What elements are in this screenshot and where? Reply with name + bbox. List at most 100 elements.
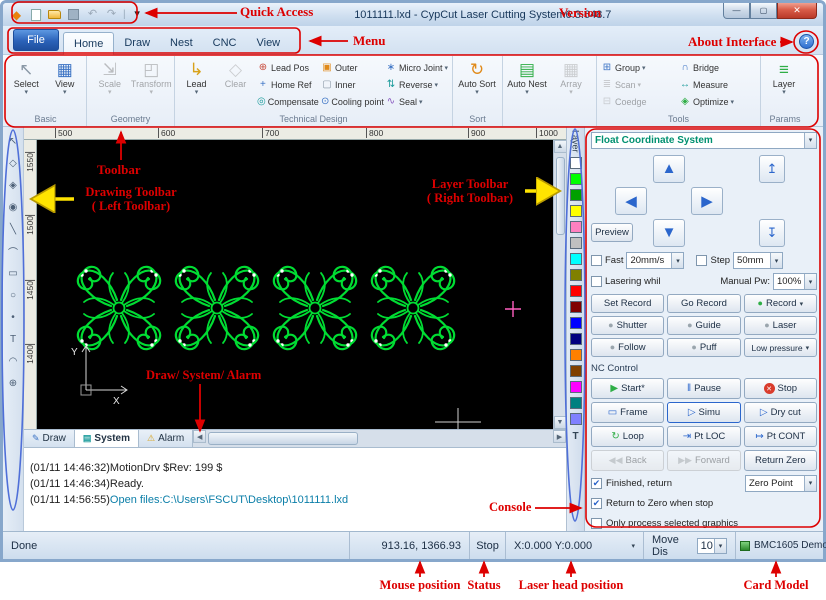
clear-button[interactable]: ◇ Clear [216, 57, 255, 113]
optimize-button[interactable]: ◈ Optimize ▾ [677, 93, 757, 110]
lasering-checkbox[interactable] [591, 276, 602, 288]
horizontal-scrollbar[interactable]: ◀ ▶ [193, 430, 566, 447]
jog-left-button[interactable]: ◀ [615, 186, 647, 215]
pt-cont-button[interactable]: ↦ Pt CONT [743, 426, 817, 448]
drawing-canvas[interactable]: Y X [37, 140, 553, 429]
group-button[interactable]: ⊞ Group ▾ [599, 59, 677, 76]
redo-icon[interactable]: ↷ [103, 7, 120, 22]
layer-color-swatch[interactable] [569, 284, 582, 297]
lead-pos-button[interactable]: ⊕ Lead Pos [255, 59, 319, 76]
set-record-button[interactable]: Set Record [591, 294, 665, 314]
back-button[interactable]: ◀◀ Back [591, 450, 665, 472]
jog-z-down-button[interactable]: ↧ [759, 218, 785, 247]
view-button[interactable]: ▦ View ▾ [46, 57, 85, 113]
select-button[interactable]: ↖ Select ▾ [7, 57, 46, 113]
layer-color-swatch[interactable] [569, 348, 582, 361]
center-tool-icon[interactable]: ⊕ [5, 375, 22, 391]
finished-return-checkbox[interactable]: ✔ [591, 477, 602, 489]
tab-alarm-view[interactable]: ⚠ Alarm [138, 430, 194, 447]
hscroll-thumb[interactable] [208, 432, 359, 445]
pan-icon[interactable]: ◈ [5, 177, 22, 193]
layer-color-swatch[interactable] [569, 316, 582, 329]
inner-button[interactable]: ▢ Inner [319, 76, 383, 93]
vscroll-thumb[interactable] [555, 157, 565, 235]
opened-file-link[interactable]: Open files:C:\Users\FSCUT\Desktop\101111… [110, 494, 348, 506]
step-size-select[interactable]: 50mm ▾ [733, 252, 784, 270]
jog-down-button[interactable]: ▼ [653, 218, 685, 247]
layer-color-swatch[interactable] [569, 396, 582, 409]
simu-button[interactable]: ▷ Simu [667, 402, 741, 424]
dry-cut-button[interactable]: ▷ Dry cut [743, 402, 817, 424]
auto-sort-button[interactable]: ↻ Auto Sort ▾ [455, 57, 499, 113]
go-record-button[interactable]: Go Record [667, 294, 741, 314]
return-to-zero-checkbox[interactable]: ✔ [591, 497, 602, 509]
cooling-point-button[interactable]: ⊙ Cooling point [319, 93, 384, 110]
save-file-icon[interactable] [65, 7, 82, 22]
laser-head-position[interactable]: X:0.000 Y:0.000 ▾ [505, 532, 643, 559]
measure-button[interactable]: ↔ Measure [677, 76, 757, 93]
shutter-button[interactable]: ● Shutter [591, 316, 665, 336]
guide-button[interactable]: ● Guide [667, 316, 741, 336]
tab-file[interactable]: File [13, 29, 59, 51]
maximize-button[interactable]: ▢ [750, 3, 777, 19]
scroll-down-icon[interactable]: ▼ [553, 416, 567, 429]
undo-icon[interactable]: ↶ [84, 7, 101, 22]
text-tool-icon[interactable]: T [5, 331, 22, 347]
layer-color-swatch[interactable] [569, 364, 582, 377]
circle-tool-icon[interactable]: ○ [5, 287, 22, 303]
puff-button[interactable]: ● Puff [667, 338, 741, 358]
array-button[interactable]: ▦ Array ▾ [549, 57, 593, 113]
preview-button[interactable]: Preview [591, 222, 633, 242]
text-layer-button[interactable]: T [572, 431, 578, 442]
jog-up-button[interactable]: ▲ [653, 154, 685, 183]
scroll-up-icon[interactable]: ▲ [553, 140, 567, 153]
follow-button[interactable]: ● Follow [591, 338, 665, 358]
tab-cnc[interactable]: CNC [203, 31, 247, 54]
node-edit-icon[interactable]: ◇ [5, 155, 22, 171]
scroll-right-icon[interactable]: ▶ [553, 430, 566, 443]
home-ref-button[interactable]: + Home Ref [255, 76, 319, 93]
tab-view[interactable]: View [246, 31, 290, 54]
quickaccess-overflow-icon[interactable]: ▾ [129, 7, 146, 22]
scan-button[interactable]: ≣ Scan ▾ [599, 76, 677, 93]
arc-tool-icon[interactable]: ⌒ [5, 243, 22, 259]
frame-button[interactable]: ▭ Frame [591, 402, 665, 424]
fillet-tool-icon[interactable]: ◠ [5, 353, 22, 369]
seal-button[interactable]: ∿ Seal ▾ [383, 93, 450, 110]
tab-draw[interactable]: Draw [114, 31, 160, 54]
layer-color-swatch[interactable] [569, 380, 582, 393]
close-button[interactable]: ✕ [777, 3, 817, 19]
laser-button[interactable]: ● Laser [743, 316, 817, 336]
layer-color-swatch[interactable] [569, 220, 582, 233]
line-tool-icon[interactable]: ╲ [5, 221, 22, 237]
micro-joint-button[interactable]: ∗ Micro Joint ▾ [383, 59, 450, 76]
lead-button[interactable]: ↳ Lead ▾ [177, 57, 216, 113]
zero-point-select[interactable]: Zero Point ▾ [745, 474, 817, 492]
layer-color-swatch[interactable] [569, 412, 582, 425]
tab-draw-view[interactable]: ✎ Draw [24, 430, 75, 447]
jog-right-button[interactable]: ▶ [691, 186, 723, 215]
auto-nest-button[interactable]: ▤ Auto Nest ▾ [505, 57, 549, 113]
layer-color-swatch[interactable] [569, 156, 582, 169]
layer-color-swatch[interactable] [569, 268, 582, 281]
layer-color-swatch[interactable] [569, 300, 582, 313]
draw-select-icon[interactable]: ↖ [5, 133, 22, 149]
scale-button[interactable]: ⇲ Scale ▾ [89, 57, 131, 113]
help-button[interactable]: ? [799, 34, 814, 49]
tab-home[interactable]: Home [63, 32, 115, 55]
reverse-button[interactable]: ⇅ Reverse ▾ [383, 76, 450, 93]
minimize-button[interactable]: — [723, 3, 750, 19]
only-selected-checkbox[interactable] [591, 517, 602, 529]
loop-button[interactable]: ↻ Loop [591, 426, 665, 448]
coordinate-system-select[interactable]: Float Coordinate System ▾ [591, 132, 817, 149]
tab-nest[interactable]: Nest [160, 31, 203, 54]
manual-power-select[interactable]: 100% ▾ [773, 273, 817, 291]
jog-z-up-button[interactable]: ↥ [759, 154, 785, 183]
layer-color-swatch[interactable] [569, 236, 582, 249]
rect-tool-icon[interactable]: ▭ [5, 265, 22, 281]
scroll-left-icon[interactable]: ◀ [193, 430, 207, 443]
tab-system-view[interactable]: ▤ System [74, 430, 139, 447]
point-tool-icon[interactable]: • [5, 309, 22, 325]
pause-button[interactable]: ‖ Pause [667, 378, 741, 400]
move-distance-select[interactable]: 10 ▾ [696, 537, 727, 554]
